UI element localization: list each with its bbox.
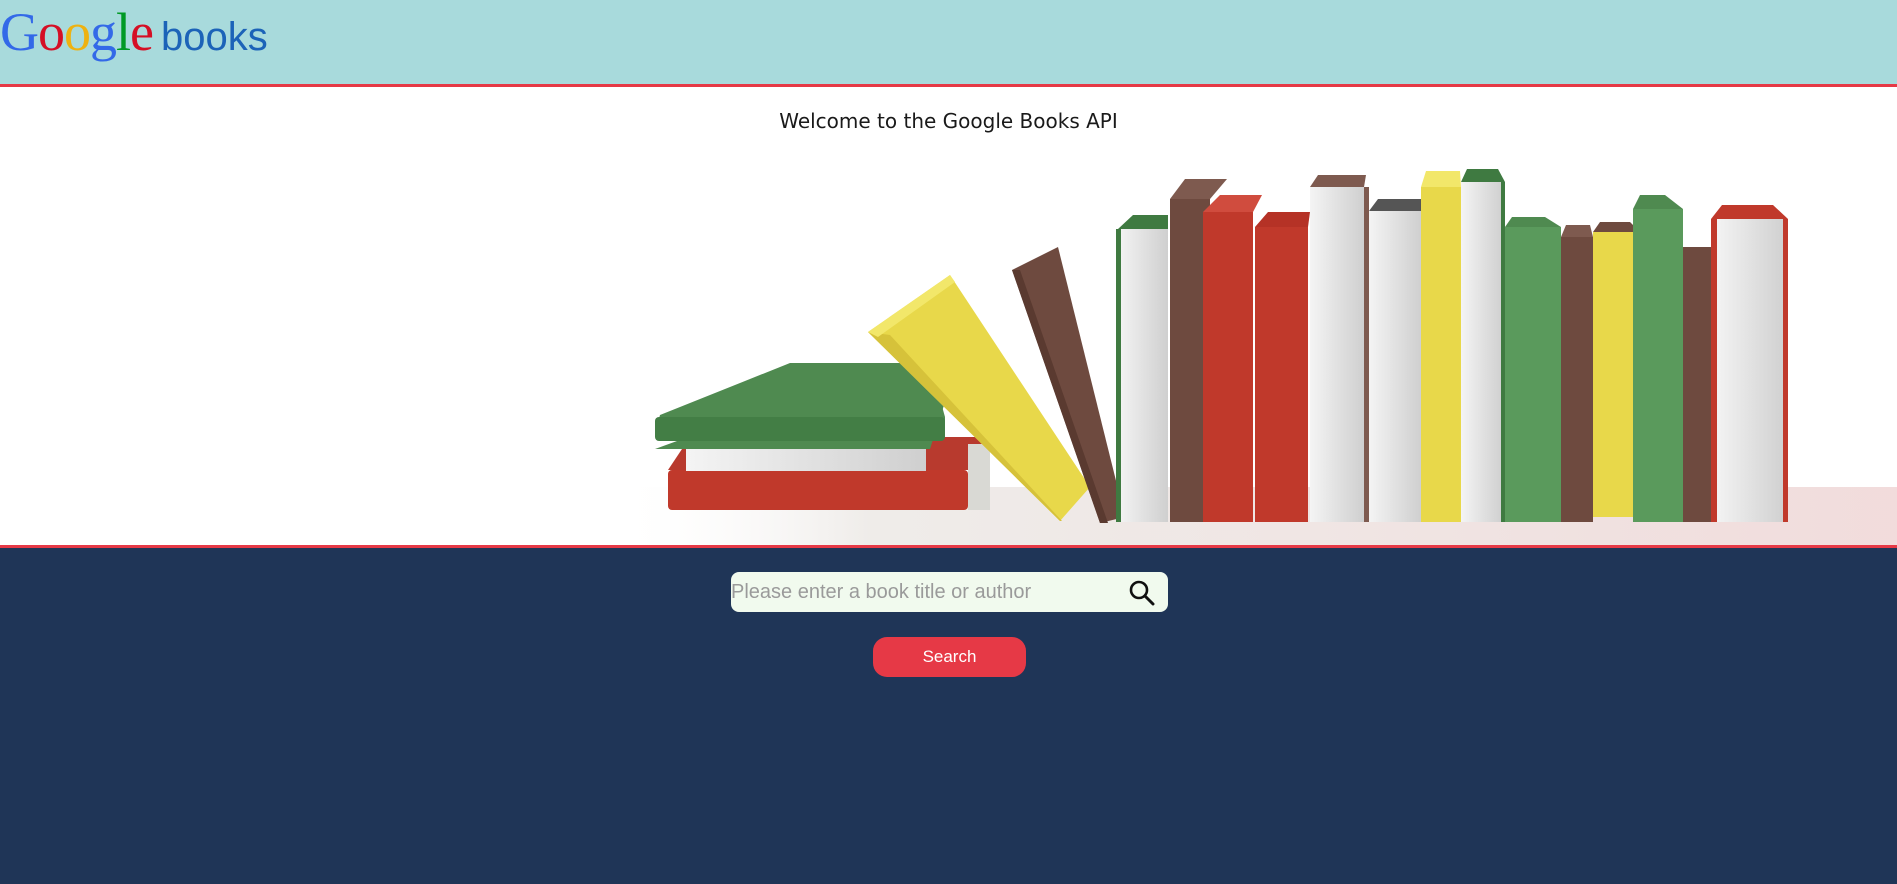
search-input[interactable] [731, 572, 1121, 612]
hero-banner: Welcome to the Google Books API [0, 87, 1897, 548]
google-books-logo[interactable]: Google books [0, 4, 268, 65]
search-button[interactable]: Search [873, 637, 1026, 677]
header: Google books [0, 0, 1897, 87]
logo-letter: g [90, 2, 117, 62]
search-icon[interactable] [1128, 579, 1156, 607]
books-illustration [610, 169, 1897, 545]
logo-letter: G [0, 2, 39, 62]
logo-letter: e [130, 2, 154, 62]
logo-letter: o [64, 2, 91, 62]
logo-suffix: books [160, 15, 268, 59]
logo-letter: l [116, 2, 131, 62]
logo-letter: o [38, 2, 65, 62]
welcome-heading: Welcome to the Google Books API [779, 109, 1118, 133]
upright-books [1116, 169, 1788, 522]
search-box[interactable] [731, 572, 1168, 612]
